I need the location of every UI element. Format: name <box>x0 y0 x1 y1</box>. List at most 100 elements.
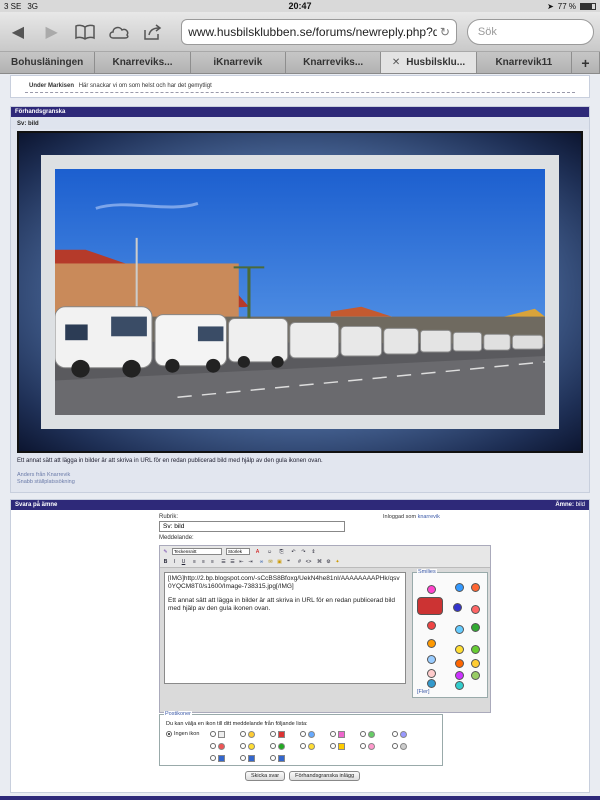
subject-input[interactable]: Sv: bild <box>159 521 345 532</box>
signature-link-1[interactable]: Anders från Knarrevik <box>17 472 583 479</box>
smiley-icon[interactable] <box>427 655 436 664</box>
tab-1[interactable]: Bohusläningen <box>0 52 96 73</box>
quote-icon[interactable]: ❝ <box>285 558 292 565</box>
more-smilies-link[interactable]: [Fler] <box>417 689 430 695</box>
smiley-icon[interactable] <box>455 659 464 668</box>
ordered-list-icon[interactable]: ☰ <box>220 558 227 565</box>
tab-2[interactable]: Knarreviks... <box>95 52 191 73</box>
insert-image-icon[interactable]: ▣ <box>276 558 283 565</box>
outdent-icon[interactable]: ⇤ <box>238 558 245 565</box>
posticon-radio[interactable] <box>392 731 398 737</box>
posticon-radio[interactable] <box>360 731 366 737</box>
posticon-radio[interactable] <box>210 731 216 737</box>
framed-photo <box>17 131 583 453</box>
smiley-icon[interactable] <box>471 659 480 668</box>
posticon-radio[interactable] <box>330 743 336 749</box>
smilie-menu-icon[interactable]: ☺ <box>266 548 273 555</box>
smiley-icon[interactable] <box>471 605 480 614</box>
smiley-icon[interactable] <box>471 671 480 680</box>
bookmarks-icon[interactable] <box>74 21 98 43</box>
align-left-icon[interactable]: ≡ <box>191 558 198 565</box>
tab-5-active[interactable]: ✕ Husbilsklu... <box>381 52 477 73</box>
address-bar[interactable]: www.husbilsklubben.se/forums/newreply.ph… <box>181 18 457 45</box>
submit-reply-button[interactable]: Skicka svar <box>245 771 286 781</box>
close-tab-icon[interactable]: ✕ <box>392 57 400 68</box>
new-tab-button[interactable]: + <box>571 52 600 73</box>
posticon-radio[interactable] <box>240 755 246 761</box>
italic-button[interactable]: I <box>171 558 178 565</box>
reload-icon[interactable]: ↻ <box>440 25 450 39</box>
logged-in-user-link[interactable]: knarrevik <box>418 514 440 520</box>
smiley-icon[interactable] <box>427 585 436 594</box>
html-code-icon[interactable]: ⌘ <box>316 558 323 565</box>
align-center-icon[interactable]: ≡ <box>200 558 207 565</box>
signature-link-2[interactable]: Snabb ställplatssökning <box>17 479 583 486</box>
unordered-list-icon[interactable]: ☰ <box>229 558 236 565</box>
smiley-icon[interactable] <box>455 671 464 680</box>
smiley-icon[interactable] <box>427 669 436 678</box>
tab-6[interactable]: Knarrevik11 <box>476 52 572 73</box>
posticon-radio[interactable] <box>270 731 276 737</box>
smiley-icon[interactable] <box>471 645 480 654</box>
smiley-icon[interactable] <box>427 639 436 648</box>
no-icon-radio[interactable] <box>166 731 172 737</box>
php-code-icon[interactable]: ⚙ <box>325 558 332 565</box>
smiley-biker-icon[interactable] <box>417 597 443 615</box>
message-editor: ✎ Teckensnitt Storlek A ☺ ⎘ ↶ ↷ ⇕ B I U … <box>159 545 491 713</box>
switch-mode-icon[interactable]: ✎ <box>162 548 169 555</box>
smiley-icon[interactable] <box>427 679 436 688</box>
photo-mat <box>41 155 559 429</box>
posticon-radio[interactable] <box>300 731 306 737</box>
posticon-radio[interactable] <box>210 743 216 749</box>
smilies-panel: Smilies [Fler] <box>412 569 488 698</box>
posticon-radio[interactable] <box>210 755 216 761</box>
posticon-radio[interactable] <box>392 743 398 749</box>
forward-icon[interactable]: ▶ <box>40 21 64 43</box>
link-icon[interactable]: ∞ <box>258 558 265 565</box>
logged-in-info: Inloggad som knarrevik <box>383 514 440 520</box>
battery-icon <box>580 2 596 10</box>
underline-button[interactable]: U <box>180 558 187 565</box>
bold-button[interactable]: B <box>162 558 169 565</box>
smiley-icon[interactable] <box>427 621 436 630</box>
email-link-icon[interactable]: ✉ <box>267 558 274 565</box>
resize-icon[interactable]: ⇕ <box>310 548 317 555</box>
tab-3[interactable]: iKnarrevik <box>190 52 286 73</box>
back-icon[interactable]: ◀ <box>6 21 30 43</box>
attach-icon[interactable]: ⎘ <box>278 548 285 555</box>
indent-icon[interactable]: ⇥ <box>247 558 254 565</box>
note-user[interactable]: Under Markisen <box>29 83 74 89</box>
smiley-icon[interactable] <box>455 681 464 690</box>
align-right-icon[interactable]: ≡ <box>209 558 216 565</box>
posticon-radio[interactable] <box>330 731 336 737</box>
preview-post-button[interactable]: Förhandsgranska inlägg <box>289 771 361 781</box>
text-color-icon[interactable]: A <box>254 548 261 555</box>
hash-icon[interactable]: # <box>296 558 303 565</box>
remove-format-icon[interactable]: ✦ <box>334 558 341 565</box>
posticon-radio[interactable] <box>240 731 246 737</box>
code-icon[interactable]: <> <box>305 558 312 565</box>
smiley-music-icon[interactable] <box>453 603 462 612</box>
undo-icon[interactable]: ↶ <box>290 548 297 555</box>
size-select[interactable]: Storlek <box>226 548 250 555</box>
share-icon[interactable] <box>141 21 165 43</box>
smiley-icon[interactable] <box>455 645 464 654</box>
posticon-radio[interactable] <box>300 743 306 749</box>
search-input[interactable]: Sök <box>466 18 595 45</box>
posticon-radio[interactable] <box>240 743 246 749</box>
smiley-icon[interactable] <box>471 583 480 592</box>
tab-4[interactable]: Knarreviks... <box>285 52 382 73</box>
smiley-icon[interactable] <box>455 583 464 592</box>
posticons-desc: Du kan välja en ikon till ditt meddeland… <box>166 721 308 727</box>
font-select[interactable]: Teckensnitt <box>172 548 222 555</box>
message-label: Meddelande: <box>159 535 194 541</box>
posticon-radio[interactable] <box>360 743 366 749</box>
smiley-icon[interactable] <box>471 623 480 632</box>
icloud-tabs-icon[interactable] <box>107 21 131 43</box>
posticon-radio[interactable] <box>270 755 276 761</box>
message-textarea[interactable]: [IMG]http://2.bp.blogspot.com/-sCcBS8Bfo… <box>164 572 406 684</box>
plus-icon <box>338 731 345 738</box>
smiley-icon[interactable] <box>455 625 464 634</box>
redo-icon[interactable]: ↷ <box>300 548 307 555</box>
posticon-radio[interactable] <box>270 743 276 749</box>
